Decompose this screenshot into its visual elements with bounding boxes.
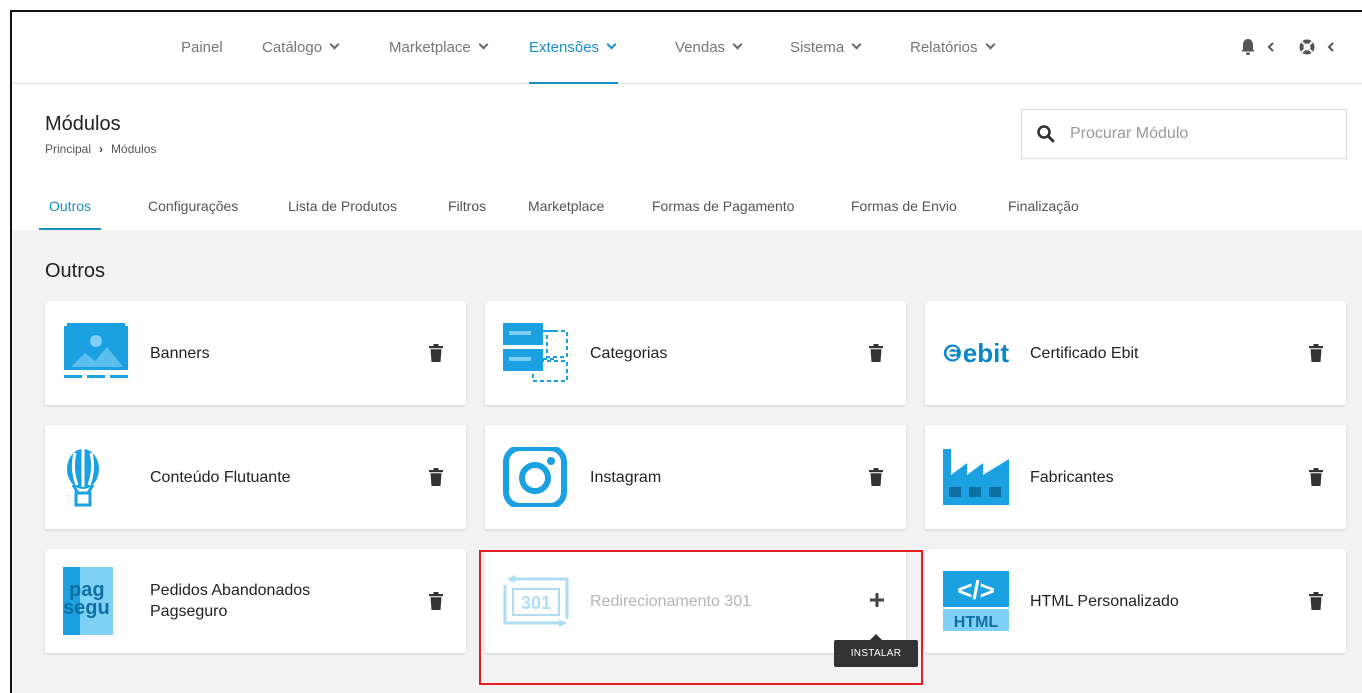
nav-item-sistema[interactable]: Sistema [790, 12, 862, 84]
nav-label: Extensões [529, 39, 600, 56]
module-name: Pedidos Abandonados Pagseguro [150, 582, 311, 620]
pagseguro-logo: pag segu [63, 567, 113, 635]
modules-content: Outros Banners Categorias ebit Certifica… [12, 230, 1362, 693]
module-name: HTML Personalizado [1030, 592, 1179, 610]
nav-label: Marketplace [389, 39, 471, 56]
tab-formas-de-pagamento[interactable]: Formas de Pagamento [652, 198, 794, 230]
chevron-down-icon [329, 39, 340, 50]
help-icon [1299, 39, 1334, 55]
trash-icon[interactable] [428, 344, 444, 362]
trash-icon[interactable] [1308, 468, 1324, 486]
trash-icon[interactable] [1308, 592, 1324, 610]
nav-label: Vendas [675, 39, 726, 56]
module-card-fabricantes[interactable]: Fabricantes [925, 425, 1346, 529]
nav-item-marketplace[interactable]: Marketplace [389, 12, 489, 84]
search-icon [1037, 125, 1055, 143]
tab-marketplace[interactable]: Marketplace [528, 198, 604, 230]
breadcrumb-link-principal[interactable]: Principal [45, 142, 91, 156]
nav-label: Catálogo [262, 39, 323, 56]
module-card-conteudo-flutuante[interactable]: Conteúdo Flutuante [45, 425, 466, 529]
pagseguro-logo-text: pag segu [63, 580, 110, 618]
module-card-pagseguro[interactable]: pag segu Pedidos Abandonados Pagseguro [45, 549, 466, 653]
ebit-logo-text: ebit [962, 337, 1009, 368]
tab-configuracoes[interactable]: Configurações [148, 198, 238, 230]
app-frame: Painel Catálogo Marketplace Extensões Ve… [10, 10, 1362, 693]
chevron-down-icon [985, 39, 995, 50]
module-name: Fabricantes [1030, 468, 1114, 486]
tab-formas-de-envio[interactable]: Formas de Envio [851, 198, 957, 230]
help-button[interactable] [1298, 37, 1338, 57]
tab-lista-de-produtos[interactable]: Lista de Produtos [288, 198, 397, 230]
trash-icon[interactable] [428, 592, 444, 610]
module-category-tabs: Outros Configurações Lista de Produtos F… [12, 190, 1362, 230]
nav-label: Sistema [790, 39, 845, 56]
ebit-e-icon [943, 344, 961, 362]
breadcrumb-current: Módulos [111, 142, 157, 156]
hot-air-balloon-icon [67, 449, 99, 507]
nav-item-catalogo[interactable]: Catálogo [262, 12, 340, 84]
html-code-text: </> [957, 575, 995, 605]
nav-item-extensoes[interactable]: Extensões [529, 12, 619, 84]
tab-finalizacao[interactable]: Finalização [1008, 198, 1079, 230]
categories-icon [503, 323, 568, 382]
module-card-instagram[interactable]: Instagram [485, 425, 906, 529]
module-card-banners[interactable]: Banners [45, 301, 466, 405]
instagram-icon [503, 447, 567, 507]
chevron-down-icon [732, 39, 743, 50]
nav-item-relatorios[interactable]: Relatórios [910, 12, 995, 84]
top-navigation: Painel Catálogo Marketplace Extensões Ve… [12, 12, 1362, 84]
breadcrumb: Principal › Módulos [45, 142, 156, 156]
nav-label: Painel [181, 39, 223, 56]
nav-item-vendas[interactable]: Vendas [675, 12, 743, 84]
module-name: Banners [150, 344, 210, 362]
factory-icon [943, 449, 1009, 505]
tab-outros[interactable]: Outros [38, 198, 102, 230]
module-name: Categorias [590, 344, 668, 362]
banners-icon [64, 323, 128, 378]
trash-icon[interactable] [1308, 344, 1324, 362]
install-tooltip: INSTALAR [834, 634, 918, 667]
module-name: Instagram [590, 468, 662, 486]
trash-icon[interactable] [868, 344, 884, 362]
html-icon: </> HTML [943, 571, 1009, 631]
notifications-button[interactable] [1240, 37, 1278, 57]
trash-icon[interactable] [428, 468, 444, 486]
module-card-certificado-ebit[interactable]: ebit Certificado Ebit [925, 301, 1346, 405]
breadcrumb-separator-icon: › [99, 142, 104, 156]
bell-icon [1241, 39, 1274, 55]
module-name: Certificado Ebit [1030, 344, 1139, 362]
chevron-down-icon [478, 39, 489, 50]
chevron-down-icon [851, 39, 862, 50]
page-title: Módulos [45, 113, 121, 135]
tab-filtros[interactable]: Filtros [448, 198, 486, 230]
module-card-html-personalizado[interactable]: </> HTML HTML Personalizado [925, 549, 1346, 653]
ebit-logo: ebit [943, 323, 1009, 383]
nav-label: Relatórios [910, 39, 978, 56]
section-title: Outros [45, 260, 106, 282]
chevron-down-icon [606, 39, 617, 50]
trash-icon[interactable] [868, 468, 884, 486]
module-search[interactable] [1021, 109, 1347, 159]
module-card-categorias[interactable]: Categorias [485, 301, 906, 405]
html-label-text: HTML [954, 614, 999, 631]
search-input[interactable] [1070, 122, 1330, 146]
pagseguro-logo-line2: segu [63, 597, 110, 619]
nav-item-painel[interactable]: Painel [181, 12, 223, 84]
module-name: Conteúdo Flutuante [150, 468, 291, 486]
